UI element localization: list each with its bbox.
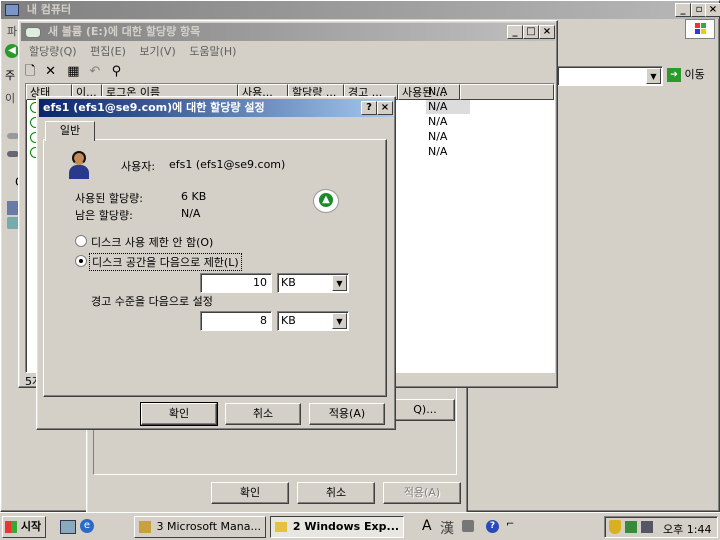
taskbar: 시작 e 3 Microsoft Mana... 2 Windows Exp..… <box>0 512 720 540</box>
behind-cancel-button[interactable]: 취소 <box>297 482 375 504</box>
chevron-down-icon[interactable]: ▼ <box>332 313 347 329</box>
quota-close-button[interactable]: × <box>539 25 555 39</box>
taskbar-item-mmc-label: 3 Microsoft Mana... <box>156 520 261 533</box>
system-tray: 오후 1:44 <box>604 516 718 538</box>
table-row[interactable]: N/A <box>428 115 447 128</box>
quota-menu-bar: 할당량(Q) 편집(E) 보기(V) 도움말(H) <box>29 43 246 59</box>
warning-unit: KB <box>281 314 296 327</box>
quick-launch-desktop-icon[interactable] <box>60 520 76 534</box>
quota-toolbar: 🗋 ✕ ▦ ↶ ⚲ <box>25 62 130 80</box>
chevron-down-icon[interactable]: ▼ <box>332 275 347 291</box>
tab-general[interactable]: 일반 <box>45 121 95 141</box>
dialog-close-button[interactable]: × <box>377 101 393 115</box>
address-dropdown-icon[interactable]: ▼ <box>646 68 661 84</box>
undo-icon[interactable]: ↶ <box>89 64 107 79</box>
tab-general-label: 일반 <box>59 124 81 137</box>
go-arrow-icon: ➔ <box>667 68 681 82</box>
behind-apply-button[interactable]: 적용(A) <box>383 482 461 504</box>
warning-label: 경고 수준을 다음으로 설정 <box>91 295 213 308</box>
new-entry-icon[interactable]: 🗋 <box>25 62 41 84</box>
find-icon[interactable]: ⚲ <box>112 64 130 79</box>
computer-icon <box>5 4 19 16</box>
minimize-button[interactable]: _ <box>675 3 691 17</box>
delete-icon[interactable]: ✕ <box>45 64 63 79</box>
limit-value: 10 <box>253 276 267 289</box>
limit-unit: KB <box>281 276 296 289</box>
behind-partial-button[interactable]: Q)... <box>395 399 455 421</box>
table-row[interactable]: N/A <box>428 85 447 98</box>
quota-maximize-button[interactable]: □ <box>523 25 539 39</box>
quota-settings-dialog: efs1 (efs1@se9.com)에 대한 할당량 설정 ? × 일반 사용… <box>36 96 396 430</box>
windows-logo-icon <box>685 19 715 39</box>
user-value: efs1 (efs1@se9.com) <box>169 158 286 171</box>
menu-quota[interactable]: 할당량(Q) <box>29 45 77 58</box>
start-button[interactable]: 시작 <box>2 516 46 538</box>
quick-launch-ie-icon[interactable]: e <box>80 519 94 533</box>
limit-value-input[interactable]: 10 <box>200 273 272 293</box>
taskbar-item-explorer[interactable]: 2 Windows Exp... <box>270 516 404 538</box>
menu-first-char[interactable]: 파 <box>7 23 17 39</box>
disk-icon <box>25 26 41 38</box>
folder-icon <box>275 522 287 532</box>
ime-mode-a[interactable]: A <box>422 518 432 534</box>
warning-value-input[interactable]: 8 <box>200 311 272 331</box>
help-button[interactable]: ? <box>361 101 377 115</box>
quota-window-titlebar: 새 볼륨 (E:)에 대한 할당량 항목 <box>21 23 555 41</box>
apply-button[interactable]: 적용(A) <box>309 403 385 425</box>
menu-help[interactable]: 도움말(H) <box>189 45 236 58</box>
go-button[interactable]: ➔ 이동 <box>667 66 717 86</box>
back-icon[interactable]: ◀ <box>5 44 19 58</box>
user-avatar-icon <box>67 151 91 179</box>
radio-no-limit-label[interactable]: 디스크 사용 제한 안 함(O) <box>91 234 213 250</box>
ime-hanja[interactable]: 漢 <box>440 518 454 538</box>
clock: 오후 1:44 <box>663 523 712 536</box>
taskbar-item-mmc[interactable]: 3 Microsoft Mana... <box>134 516 266 538</box>
ime-options-icon[interactable]: ⌐ <box>506 519 514 530</box>
address-label: 주 <box>5 69 16 82</box>
network-tray-icon[interactable] <box>625 521 637 533</box>
table-row[interactable]: N/A <box>428 130 447 143</box>
my-computer-titlebar: 내 컴퓨터 <box>1 1 719 19</box>
quota-window-title: 새 볼륨 (E:)에 대한 할당량 항목 <box>47 25 201 38</box>
warning-value: 8 <box>260 314 267 327</box>
radio-no-limit[interactable] <box>75 235 87 247</box>
security-shield-icon[interactable] <box>609 520 621 534</box>
go-label: 이동 <box>684 68 705 81</box>
my-computer-title: 내 컴퓨터 <box>26 3 72 16</box>
ime-pad-icon[interactable] <box>462 520 474 532</box>
radio-limit[interactable] <box>75 255 87 267</box>
quota-minimize-button[interactable]: _ <box>507 25 523 39</box>
address-combo[interactable]: ▼ <box>557 66 663 86</box>
properties-icon[interactable]: ▦ <box>67 64 85 79</box>
menu-view[interactable]: 보기(V) <box>139 45 175 58</box>
used-label: 사용된 할당량: <box>75 192 143 205</box>
side-prefix: 이 <box>5 92 16 105</box>
mmc-icon <box>139 521 151 533</box>
remaining-value: N/A <box>181 207 201 220</box>
warning-unit-select[interactable]: KB ▼ <box>277 311 349 331</box>
display-tray-icon[interactable] <box>641 521 653 533</box>
remaining-label: 남은 할당량: <box>75 209 133 222</box>
help-icon[interactable]: ? <box>486 520 499 533</box>
close-button[interactable]: × <box>705 3 720 17</box>
col-filler <box>460 84 554 100</box>
limit-unit-select[interactable]: KB ▼ <box>277 273 349 293</box>
behind-ok-button[interactable]: 확인 <box>211 482 289 504</box>
radio-limit-label[interactable]: 디스크 공간을 다음으로 제한(L) <box>89 253 242 271</box>
table-row[interactable]: N/A <box>428 100 447 113</box>
used-value: 6 KB <box>181 190 207 203</box>
settings-titlebar: efs1 (efs1@se9.com)에 대한 할당량 설정 <box>39 99 393 117</box>
menu-edit[interactable]: 편집(E) <box>90 45 126 58</box>
quota-ok-icon: ▲ <box>313 189 339 213</box>
user-label: 사용자: <box>121 160 156 173</box>
ok-button[interactable]: 확인 <box>140 402 218 426</box>
windows-flag-icon <box>5 521 17 533</box>
start-label: 시작 <box>20 520 42 533</box>
cancel-button[interactable]: 취소 <box>225 403 301 425</box>
table-row[interactable]: N/A <box>428 145 447 158</box>
taskbar-item-explorer-label: 2 Windows Exp... <box>292 520 400 533</box>
settings-title: efs1 (efs1@se9.com)에 대한 할당량 설정 <box>43 101 265 114</box>
